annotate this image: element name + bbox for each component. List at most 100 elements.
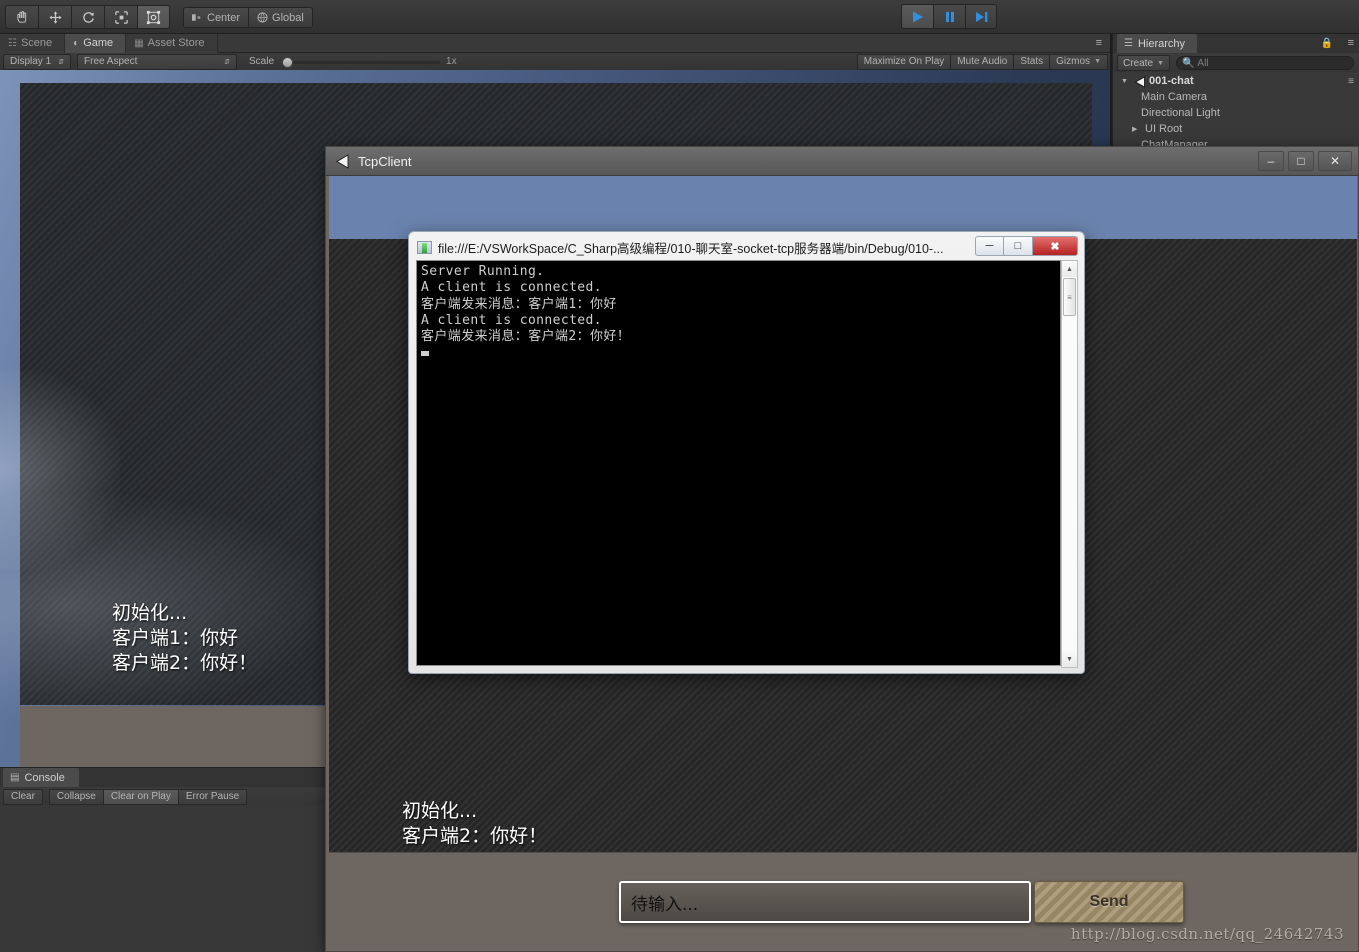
hierarchy-tabbar: ☰ Hierarchy 🔒 ≡ [1113,34,1359,53]
tcpclient-close-button[interactable]: ✕ [1318,151,1352,171]
lock-icon[interactable]: 🔒 [1321,38,1333,49]
rotate-tool-button[interactable] [71,5,104,29]
tcpclient-minimize-button[interactable]: – [1258,151,1284,171]
scale-slider-handle[interactable] [282,56,294,68]
maximize-on-play-button[interactable]: Maximize On Play [856,53,952,70]
aspect-label: Free Aspect [84,56,138,67]
chevron-down-icon-create: ▼ [1157,59,1164,67]
tcpclient-chat-line-1: 客户端2：你好！ [402,825,548,847]
server-console-line-1: A client is connected. [421,280,602,296]
display-dropdown[interactable]: Display 1 ⇵ [3,53,71,70]
scrollbar-up-arrow[interactable]: ▲ [1062,261,1077,277]
tcpclient-title-text: TcpClient [358,153,412,169]
hierarchy-row-label-2: Directional Light [1141,107,1220,119]
game-chat-text: 初始化... 客户端1：你好 客户端2：你好！ [112,601,257,676]
tab-game[interactable]: ◐ Game [65,34,127,53]
hierarchy-row-label-1: Main Camera [1141,91,1208,103]
console-error-pause-button[interactable]: Error Pause [177,788,248,805]
grid-icon: ☷ [8,38,17,49]
server-console-close-button[interactable]: ✖ [1033,236,1078,256]
create-button[interactable]: Create ▼ [1117,55,1170,71]
message-input[interactable]: 待输入... [619,881,1031,923]
scrollbar-down-arrow[interactable]: ▼ [1062,651,1077,667]
chevron-updown-icon-2: ⇵ [224,58,230,66]
tcpclient-chat-text: 初始化... 客户端2：你好！ [402,799,547,849]
console-clear-on-play-button[interactable]: Clear on Play [102,788,179,805]
scrollbar-thumb[interactable]: ≡ [1063,278,1076,316]
hand-tool-button[interactable] [5,5,38,29]
search-icon: 🔍 [1181,57,1195,69]
step-icon [975,11,987,22]
game-chat-line-1: 客户端1：你好 [112,627,239,649]
server-console-line-4: 客户端发来消息：客户端2：你好！ [421,329,631,345]
tab-asset-store[interactable]: ▦ Asset Store [126,34,218,53]
server-console-window-controls: ─ □ ✖ [975,236,1078,256]
unity-toolbar: Center Global [0,0,1359,34]
hierarchy-row-ui-root[interactable]: UI Root [1113,121,1359,137]
server-console-maximize-button[interactable]: □ [1004,236,1033,256]
store-icon: ▦ [134,38,144,49]
server-console-titlebar[interactable]: file:///E:/VSWorkSpace/C_Sharp高级编程/010-聊… [413,236,1080,259]
server-console-scrollbar[interactable]: ▲ ≡ ▼ [1061,260,1078,668]
tab-scene[interactable]: ☷ Scene [0,34,66,53]
view-options-icon[interactable]: ≡ [1096,37,1102,49]
chevron-right-icon-ui-root[interactable] [1132,125,1141,133]
console-app-icon [417,241,432,254]
scale-slider[interactable] [280,56,441,68]
server-console-output[interactable]: Server Running. A client is connected. 客… [416,260,1061,666]
tab-asset-store-label: Asset Store [147,37,205,49]
display-label: Display 1 [10,56,52,67]
gizmos-button[interactable]: Gizmos ▼ [1049,53,1108,70]
tab-hierarchy[interactable]: ☰ Hierarchy [1117,34,1198,53]
console-cursor [421,351,429,357]
watermark-url: http://blog.csdn.net/qq_24642743 [1070,925,1344,943]
pivot-space-group: Center Global [183,7,313,28]
tab-hierarchy-label: Hierarchy [1137,37,1186,50]
pause-button[interactable] [933,4,965,29]
step-button[interactable] [965,4,997,29]
tab-console[interactable]: ▤ Console [3,768,79,787]
hierarchy-search-input[interactable]: 🔍 All [1175,56,1354,70]
hierarchy-row-label-3: UI Root [1145,123,1183,135]
scale-slider-track [288,60,441,64]
pause-icon [945,11,954,22]
server-console-line-2: 客户端发来消息：客户端1：你好 [421,296,617,312]
console-collapse-button[interactable]: Collapse [48,788,104,805]
playback-controls [901,4,997,29]
scale-value: 1x [446,56,457,67]
server-console-window[interactable]: file:///E:/VSWorkSpace/C_Sharp高级编程/010-聊… [408,231,1085,674]
hierarchy-row-scene[interactable]: 001-chat ≡ [1113,73,1359,89]
transform-tools-group [5,5,170,29]
sky-background [329,176,1357,239]
tcpclient-titlebar[interactable]: TcpClient – □ ✕ [326,147,1358,176]
space-toggle-button[interactable]: Global [248,7,313,28]
play-icon [912,11,923,22]
hierarchy-row-main-camera[interactable]: Main Camera [1113,89,1359,105]
hierarchy-row-directional-light[interactable]: Directional Light [1113,105,1359,121]
unity-logo-icon [336,153,349,169]
chevron-updown-icon: ⇵ [58,58,64,66]
send-button[interactable]: Send [1034,881,1184,923]
play-button[interactable] [901,4,933,29]
hierarchy-menu-icon[interactable]: ≡ [1348,37,1354,49]
hierarchy-icon: ☰ [1124,38,1133,49]
stats-button[interactable]: Stats [1013,53,1051,70]
tab-game-label: Game [83,37,114,49]
space-label: Global [272,11,304,24]
move-tool-button[interactable] [38,5,71,29]
rect-tool-button[interactable] [137,5,170,29]
tcpclient-maximize-button[interactable]: □ [1288,151,1314,171]
chevron-down-icon-scene[interactable] [1121,78,1130,85]
unity-scene-icon [1134,75,1145,88]
scale-tool-button[interactable] [104,5,137,29]
server-console-minimize-button[interactable]: ─ [975,236,1004,256]
aspect-dropdown[interactable]: Free Aspect ⇵ [77,53,237,70]
hierarchy-tree: 001-chat ≡ Main Camera Directional Light… [1113,73,1359,153]
scene-row-menu-icon[interactable]: ≡ [1348,76,1354,87]
console-clear-button[interactable]: Clear [3,788,43,805]
console-icon: ▤ [10,772,20,783]
pivot-toggle-button[interactable]: Center [183,7,249,28]
gamepad-icon: ◐ [73,38,80,49]
center-icon [192,13,201,21]
mute-audio-button[interactable]: Mute Audio [950,53,1015,70]
